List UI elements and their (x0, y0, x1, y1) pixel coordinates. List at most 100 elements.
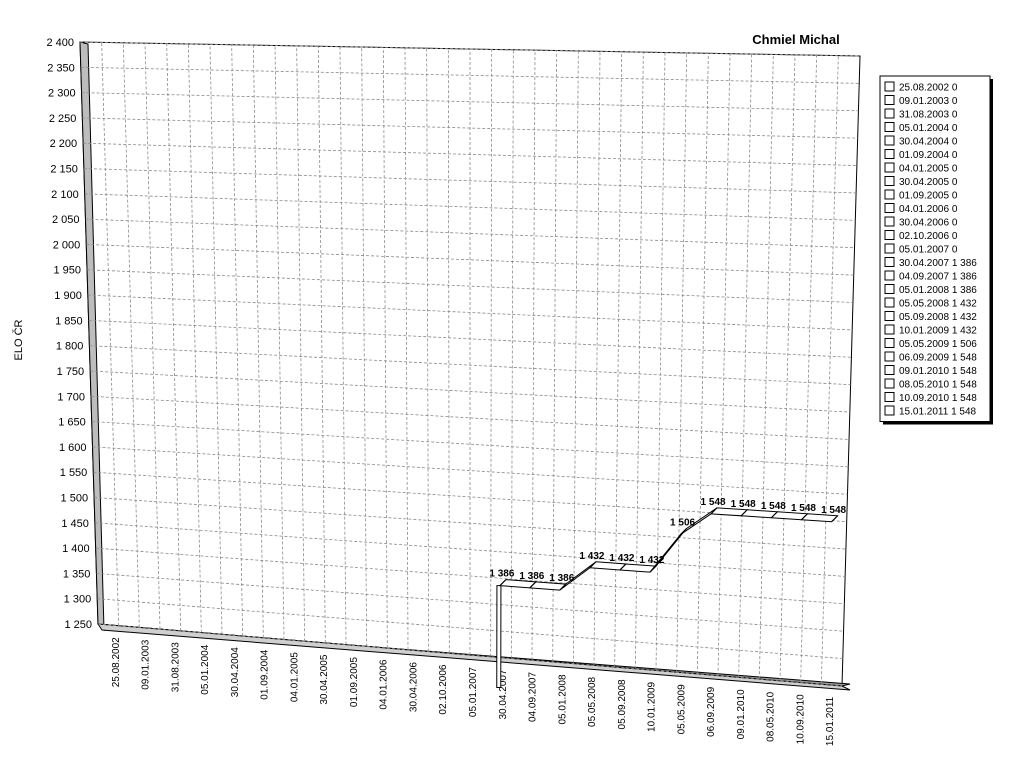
x-tick-label: 30.04.2004 (230, 647, 241, 697)
y-tick-label: 2 200 (50, 138, 78, 150)
legend-swatch (884, 135, 895, 146)
y-tick-label: 1 550 (60, 467, 88, 479)
legend-entry: 05.09.2008 1 432 (899, 312, 977, 323)
x-tick-label: 10.09.2010 (795, 694, 806, 744)
legend-swatch (884, 257, 895, 267)
legend-entry: 05.01.2008 1 386 (899, 285, 977, 296)
legend-entry: 30.04.2006 0 (899, 218, 958, 229)
legend-entry: 05.05.2009 1 506 (899, 339, 977, 350)
x-tick-label: 25.08.2002 (111, 637, 122, 687)
y-tick-label: 2 250 (49, 113, 77, 125)
elo-rating-chart: 1 250 1 300 1 350 1 400 1 450 1 500 1 550 1 600… (12, 32, 993, 746)
legend-swatch (884, 351, 895, 362)
legend-swatch (884, 284, 895, 294)
x-tick-label: 05.01.2008 (557, 674, 568, 724)
legend-swatch (884, 365, 895, 375)
legend-entry: 01.09.2005 0 (899, 191, 958, 202)
y-tick-label: 1 850 (55, 315, 83, 327)
legend-entry: 05.01.2004 0 (899, 123, 958, 134)
x-tick-label: 01.09.2004 (260, 649, 271, 699)
legend-swatch (884, 405, 895, 416)
y-tick-label: 1 400 (62, 543, 90, 555)
legend-swatch (884, 189, 895, 200)
y-tick-label: 1 800 (56, 341, 84, 353)
y-tick-label: 1 450 (61, 518, 89, 530)
x-tick-label: 10.01.2009 (647, 681, 658, 731)
legend-swatch (884, 176, 895, 186)
data-label: 1 432 (639, 555, 664, 566)
y-tick-label: 1 250 (64, 619, 92, 631)
y-tick-label: 1 900 (54, 290, 82, 302)
legend-swatch (884, 230, 895, 240)
legend-swatch (884, 149, 895, 159)
y-tick-label: 1 300 (64, 594, 92, 606)
data-label: 1 386 (519, 571, 544, 582)
legend-swatch (884, 108, 895, 119)
legend-swatch (884, 297, 895, 308)
legend-swatch (884, 311, 895, 321)
legend-swatch (884, 122, 895, 132)
y-tick-label: 2 400 (46, 37, 74, 49)
data-label: 1 548 (821, 505, 846, 516)
legend-entry: 01.09.2004 0 (899, 150, 958, 161)
legend-swatch (884, 203, 895, 213)
legend-entry: 08.05.2010 1 548 (899, 380, 977, 391)
x-tick-label: 02.10.2006 (438, 664, 449, 714)
legend-entry: 10.09.2010 1 548 (899, 393, 977, 404)
y-tick-label: 2 000 (53, 239, 81, 251)
x-tick-label: 01.09.2005 (349, 657, 360, 707)
x-tick-label: 06.09.2009 (706, 686, 717, 736)
y-tick-label: 2 150 (50, 164, 78, 176)
x-tick-label: 31.08.2003 (170, 642, 181, 692)
x-tick-label: 09.01.2003 (141, 639, 152, 689)
legend-swatch (884, 162, 895, 173)
y-tick-label: 1 650 (58, 417, 86, 429)
y-tick-label: 2 300 (48, 88, 76, 100)
x-tick-label: 04.01.2006 (379, 659, 390, 709)
legend-entry: 30.04.2005 0 (899, 177, 958, 188)
y-tick-label: 1 600 (59, 442, 87, 454)
x-tick-label: 05.05.2008 (587, 676, 598, 726)
legend-swatch (884, 338, 895, 348)
y-tick-label: 1 700 (57, 391, 85, 403)
legend-entry: 09.01.2003 0 (899, 96, 958, 107)
y-axis-label: ELO ČR (12, 319, 25, 360)
legend-swatch (884, 378, 895, 389)
data-label: 1 548 (731, 499, 756, 510)
data-label: 1 506 (670, 517, 695, 528)
x-tick-label: 05.01.2004 (200, 644, 211, 694)
chart-title: Chmiel Michal (752, 32, 839, 47)
legend-entry: 02.10.2006 0 (899, 231, 958, 242)
legend-entry: 10.01.2009 1 432 (899, 326, 977, 337)
x-tick-label: 15.01.2011 (825, 696, 836, 746)
legend-entry: 30.04.2004 0 (899, 137, 958, 148)
legend-swatch (884, 81, 895, 92)
data-label: 1 548 (701, 497, 726, 508)
legend-swatch (884, 270, 895, 281)
y-tick-label: 2 100 (51, 189, 79, 201)
legend-entry: 04.01.2006 0 (899, 204, 958, 215)
x-tick-label: 09.01.2010 (736, 689, 747, 739)
x-tick-label: 05.05.2009 (676, 684, 687, 734)
legend-entry: 05.01.2007 0 (899, 245, 958, 256)
legend-entry: 04.09.2007 1 386 (899, 272, 977, 283)
x-tick-label: 30.04.2005 (319, 654, 330, 704)
legend-entry: 15.01.2011 1 548 (899, 407, 977, 418)
data-label: 1 432 (609, 553, 634, 564)
x-tick-label: 08.05.2010 (766, 691, 777, 741)
legend-swatch (884, 243, 895, 254)
legend-entry: 06.09.2009 1 548 (899, 353, 977, 364)
legend-entry: 30.04.2007 1 386 (899, 258, 977, 269)
legend-entry: 25.08.2002 0 (899, 83, 958, 94)
legend-swatch (884, 392, 895, 402)
y-tick-label: 1 750 (57, 366, 85, 378)
x-tick-label: 30.04.2006 (408, 662, 419, 712)
y-tick-label: 1 350 (63, 568, 91, 580)
data-label: 1 548 (761, 501, 786, 512)
legend-entry: 09.01.2010 1 548 (899, 366, 977, 377)
data-label: 1 432 (579, 551, 604, 562)
y-tick-label: 2 350 (47, 62, 75, 74)
y-tick-label: 2 050 (52, 214, 80, 226)
y-tick-label: 1 500 (61, 492, 89, 504)
series-drop-segment (496, 585, 502, 688)
